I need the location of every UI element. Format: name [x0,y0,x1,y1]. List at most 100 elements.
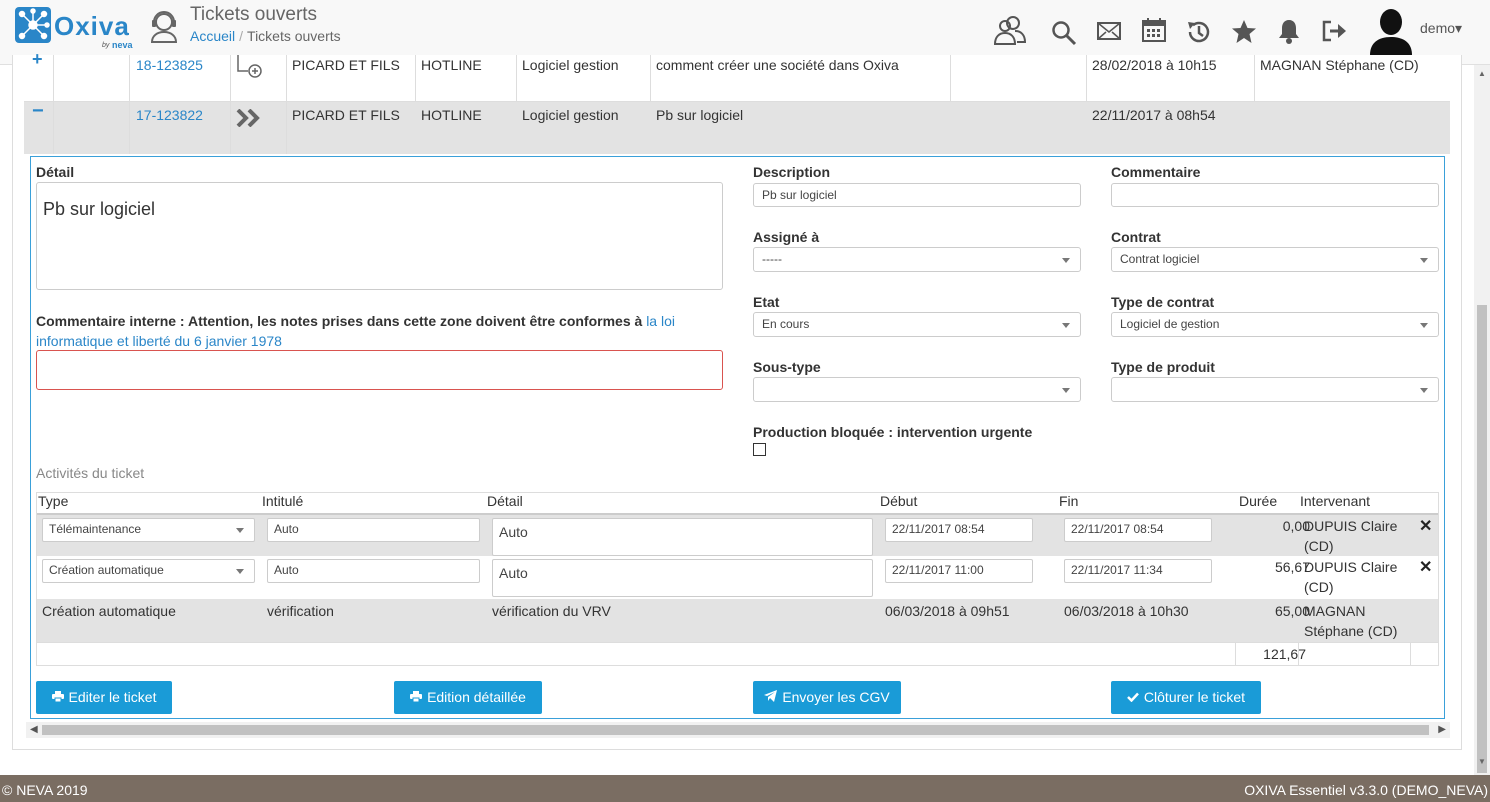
activity-intitule-input[interactable]: Auto [267,559,480,583]
activity-detail-textarea[interactable]: Auto [492,559,873,597]
date: 22/11/2017 à 08h54 [1092,107,1216,123]
detail-textarea[interactable]: Pb sur logiciel [36,182,723,290]
contrat-label: Contrat [1111,229,1161,245]
user-menu[interactable]: demo▾ [1420,20,1462,37]
type-produit-label: Type de produit [1111,359,1215,375]
divider [1235,643,1236,665]
detailed-edit-button[interactable]: Edition détaillée [394,681,542,714]
horizontal-scrollbar[interactable]: ◀ ▶ [26,722,1450,738]
edit-ticket-label: Editer le ticket [68,689,157,705]
ticket-row[interactable]: + 18-123825 PICARD ET FILS HOTLINE Logic… [24,49,1450,102]
activity-type-select[interactable]: Création automatique [42,559,255,583]
network-logo-icon [15,7,51,43]
logo-by: by [102,42,110,49]
scroll-right-icon[interactable]: ▶ [1438,724,1446,735]
type-produit-select[interactable] [1111,377,1439,402]
activities-title: Activités du ticket [36,465,145,481]
activity-fin-input[interactable]: 22/11/2017 08:54 [1064,518,1212,542]
avatar[interactable] [1368,5,1414,55]
chevron-down-icon [236,528,244,533]
activity-intervenant: MAGNAN [1304,603,1366,619]
internal-comment-textarea[interactable] [36,350,723,390]
close-ticket-button[interactable]: Clôturer le ticket [1111,681,1261,714]
calendar-icon[interactable] [1142,18,1166,42]
type-contrat-select[interactable]: Logiciel de gestion [1111,312,1439,337]
vertical-scrollbar[interactable]: ▲ ▼ [1474,65,1490,775]
breadcrumb: Accueil / Tickets ouverts [190,28,341,44]
type-contrat-label: Type de contrat [1111,294,1215,310]
activity-intervenant-suffix: Stéphane (CD) [1304,623,1398,639]
add-document-icon[interactable] [236,55,264,79]
detail-label: Détail [36,164,75,180]
internal-note-text: Commentaire interne : Attention, les not… [36,313,643,329]
activity-fin: 06/03/2018 à 10h30 [1064,603,1189,619]
activity-fin-input[interactable]: 22/11/2017 11:34 [1064,559,1212,583]
client-name: PICARD ET FILS [292,107,400,123]
breadcrumb-home-link[interactable]: Accueil [190,28,235,44]
activity-debut: 06/03/2018 à 09h51 [885,603,1010,619]
star-icon[interactable] [1231,19,1257,44]
check-icon [1127,681,1139,714]
col-header-type: Type [38,493,69,509]
chevron-down-icon [236,569,244,574]
paper-plane-icon [764,681,778,714]
activity-type-select[interactable]: Télémaintenance [42,518,255,542]
close-icon[interactable]: ✕ [1419,557,1432,577]
activity-intervenant-suffix: (CD) [1304,538,1334,554]
ticket-ref-link[interactable]: 18-123825 [136,57,203,73]
search-icon[interactable] [1051,20,1077,46]
contrat-select[interactable]: Contrat logiciel [1111,247,1439,272]
col-header-duree: Durée [1239,493,1278,509]
scrollbar-thumb[interactable] [42,725,1429,735]
double-chevron-right-icon[interactable] [236,109,264,127]
breadcrumb-separator: / [239,28,244,44]
logout-icon[interactable] [1321,20,1347,42]
etat-select[interactable]: En cours [753,312,1081,337]
scrollbar-thumb[interactable] [1477,305,1487,773]
client-name: PICARD ET FILS [292,57,400,73]
sous-type-select[interactable] [753,377,1081,402]
activity-total-row: 121,67 [37,642,1438,665]
collapse-toggle[interactable]: − [32,100,44,123]
history-icon[interactable] [1186,19,1212,45]
commentaire-label: Commentaire [1111,164,1201,180]
close-icon[interactable]: ✕ [1419,516,1432,536]
mail-icon[interactable] [1097,22,1121,40]
users-icon[interactable] [993,14,1027,46]
bell-icon[interactable] [1278,18,1300,44]
ticket-ref-link[interactable]: 17-123822 [136,107,203,123]
activity-total: 121,67 [1263,646,1306,662]
send-cgv-button[interactable]: Envoyer les CGV [753,681,901,714]
logo-text: Oxiva [54,11,130,41]
scroll-up-icon[interactable]: ▲ [1478,69,1486,78]
description-input[interactable]: Pb sur logiciel [753,183,1081,207]
ticket-row-expanded[interactable]: − 17-123822 PICARD ET FILS HOTLINE Logic… [24,100,1450,154]
expand-toggle[interactable]: + [32,49,43,70]
scroll-down-icon[interactable]: ▼ [1478,757,1486,766]
col-header-intervenant: Intervenant [1300,493,1371,509]
ticket-detail-panel: Détail Pb sur logiciel Commentaire inter… [30,156,1445,719]
activity-debut-input[interactable]: 22/11/2017 11:00 [885,559,1033,583]
assigne-label: Assigné à [753,229,820,245]
activity-debut-input[interactable]: 22/11/2017 08:54 [885,518,1033,542]
production-checkbox[interactable] [753,443,766,456]
subject: Pb sur logiciel [656,107,744,123]
activity-intervenant: DUPUIS Claire [1304,518,1398,534]
internal-note-label: Commentaire interne : Attention, les not… [36,311,716,351]
row-cell [54,55,130,101]
activity-intitule-input[interactable]: Auto [267,518,480,542]
footer-copyright: © NEVA 2019 [2,782,88,798]
printer-icon [410,681,423,714]
scroll-left-icon[interactable]: ◀ [30,724,38,735]
activity-detail-textarea[interactable]: Auto [492,518,873,556]
assigne-select[interactable]: ----- [753,247,1081,272]
activity-row: Télémaintenance Auto Auto 22/11/2017 08:… [37,513,1438,556]
activity-row: Création automatique Auto Auto 22/11/201… [37,556,1438,599]
commentaire-input[interactable] [1111,183,1439,207]
date: 28/02/2018 à 10h15 [1092,57,1217,73]
page-title: Tickets ouverts [190,4,318,25]
breadcrumb-current: Tickets ouverts [247,28,341,44]
col-header-intitule: Intitulé [262,493,304,509]
activity-type: Création automatique [42,603,176,619]
edit-ticket-button[interactable]: Editer le ticket [36,681,172,714]
